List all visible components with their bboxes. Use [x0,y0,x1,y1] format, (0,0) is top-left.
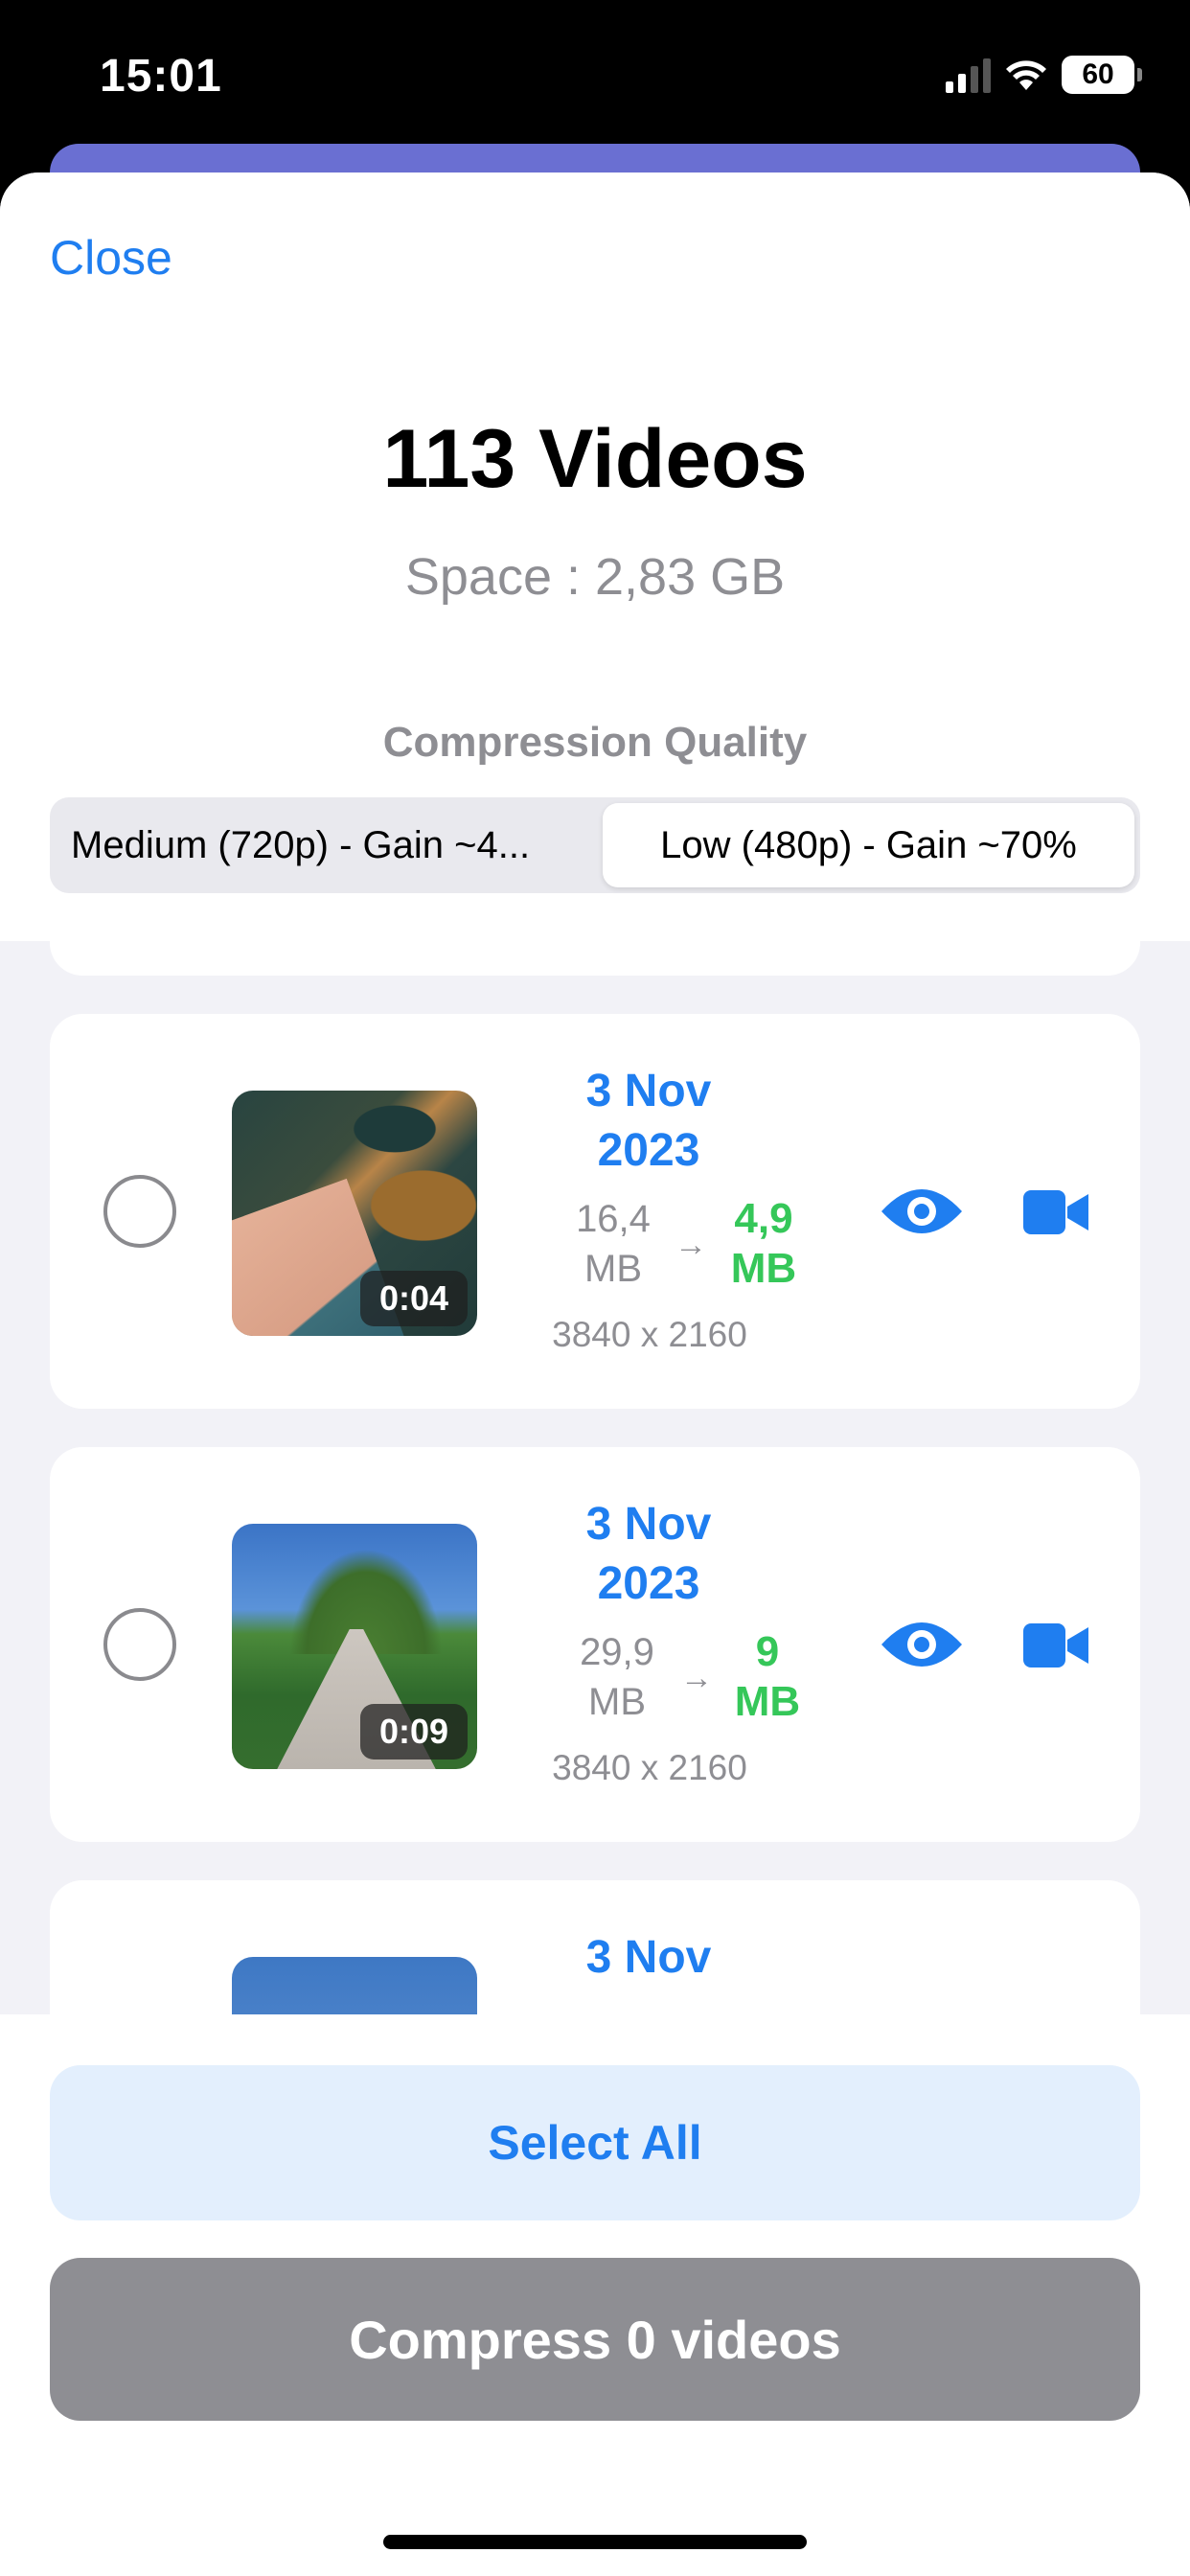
video-camera-icon[interactable] [1023,1623,1088,1668]
compressed-size: 4,9 MB [701,1194,826,1294]
select-radio[interactable] [103,1175,176,1248]
video-list[interactable]: 0:04 3 Nov 2023 16,4 MB → 4,9 MB 3840 x … [0,903,1190,2275]
list-item [50,903,1140,976]
new-size-value: 4,9 [734,1195,793,1242]
home-indicator[interactable] [383,2535,807,2549]
old-size-unit: MB [588,1681,646,1723]
duration-badge: 0:04 [359,1271,468,1326]
footer-actions: Select All Compress 0 videos [0,2014,1190,2576]
select-radio[interactable] [103,1608,176,1681]
old-size-value: 29,9 [580,1631,654,1673]
segment-low[interactable]: Low (480p) - Gain ~70% [603,803,1134,887]
video-row[interactable]: 0:09 3 Nov 2023 29,9 MB → 9 MB 3840 x 21… [50,1447,1140,1842]
date-line1: 3 Nov [585,1499,712,1550]
new-size-unit: MB [730,1245,797,1292]
space-info: Space : 2,83 GB [404,548,786,606]
date-line1: 3 Nov [585,1932,712,1983]
status-icons: 60 [946,54,1142,96]
date-line2: 2023 [597,1558,700,1609]
compression-quality-label: Compression Quality [382,719,808,766]
close-button[interactable]: Close [50,230,172,286]
page-title: 113 Videos [382,413,808,505]
compressed-size: 9 MB [705,1627,830,1727]
select-all-button[interactable]: Select All [50,2065,1140,2220]
original-size: 16,4 MB [556,1194,671,1294]
date-line1: 3 Nov [585,1066,712,1116]
video-thumbnail[interactable]: 0:04 [232,1091,477,1336]
compress-button[interactable]: Compress 0 videos [50,2258,1140,2421]
video-thumbnail[interactable]: 0:09 [232,1524,477,1769]
date-line2: 2023 [597,1125,700,1176]
video-row[interactable]: 0:04 3 Nov 2023 16,4 MB → 4,9 MB 3840 x … [50,1014,1140,1409]
video-resolution: 3840 x 2160 [552,1748,747,1787]
quality-segmented-control: Medium (720p) - Gain ~4... Low (480p) - … [50,797,1140,893]
video-date: 3 Nov [567,1928,730,1988]
video-date: 3 Nov 2023 [567,1062,730,1181]
segment-medium[interactable]: Medium (720p) - Gain ~4... [56,803,603,887]
new-size-value: 9 [755,1628,780,1675]
video-date: 3 Nov 2023 [567,1495,730,1614]
duration-badge: 0:09 [359,1704,468,1760]
sheet-header: Close 113 Videos Space : 2,83 GB Compres… [0,172,1190,941]
status-bar: 15:01 60 [0,0,1190,153]
old-size-unit: MB [584,1248,642,1290]
battery-icon: 60 [1062,56,1142,94]
new-size-unit: MB [734,1678,801,1725]
status-time: 15:01 [100,51,222,102]
signal-icon [946,57,991,93]
video-resolution: 3840 x 2160 [552,1315,747,1354]
compression-sheet: Close 113 Videos Space : 2,83 GB Compres… [0,172,1190,2576]
wifi-icon [1006,60,1046,90]
original-size: 29,9 MB [560,1627,675,1727]
eye-icon[interactable] [880,1618,964,1671]
eye-icon[interactable] [880,1184,964,1238]
old-size-value: 16,4 [576,1198,651,1240]
video-camera-icon[interactable] [1023,1190,1088,1234]
